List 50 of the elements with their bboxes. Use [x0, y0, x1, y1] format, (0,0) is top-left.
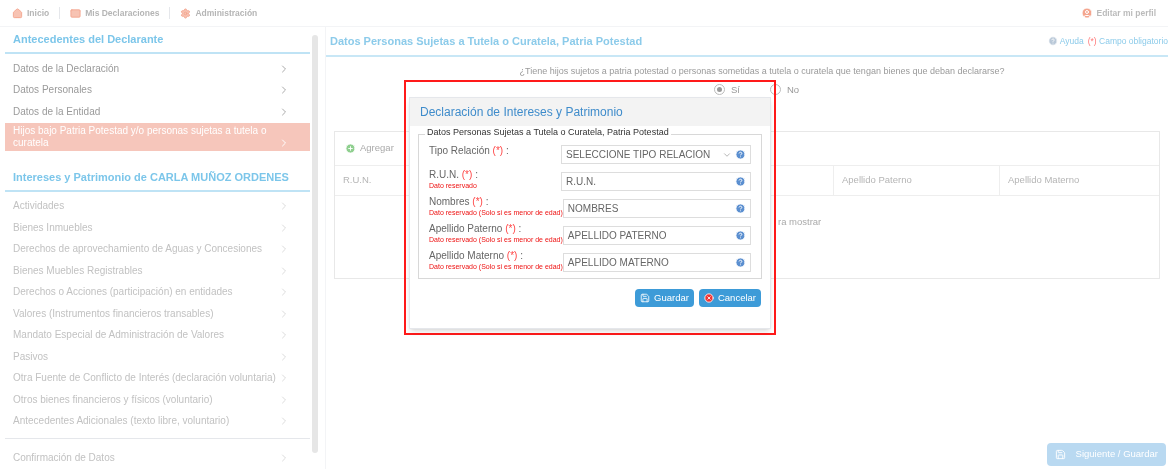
home-icon — [12, 7, 23, 19]
sidebar-section-title: Intereses y Patrimonio de CARLA MUÑOZ ORDENES — [5, 164, 310, 192]
add-button[interactable]: Agregar — [345, 141, 394, 156]
input-field[interactable]: APELLIDO MATERNO — [562, 253, 751, 272]
help-icon[interactable] — [735, 257, 746, 268]
nav-link[interactable]: Administración — [180, 6, 258, 20]
required-note: (*) Campo obligatorio — [1087, 34, 1168, 48]
column-header: Apellido Materno — [999, 165, 1159, 195]
profile-link[interactable]: Editar mi perfil — [1081, 6, 1156, 20]
field-label: Apellido Materno (*) : — [429, 250, 524, 262]
save-icon — [640, 293, 651, 303]
user-icon — [1081, 7, 1094, 19]
plus-icon — [345, 142, 356, 154]
scrollbar[interactable] — [312, 35, 318, 453]
radio-option[interactable]: Sí — [714, 82, 740, 97]
help-icon[interactable] — [735, 149, 746, 160]
sidebar-item[interactable]: Hijos bajo Patria Potestad y/o personas sujetas a tutela o curatela — [5, 122, 310, 151]
save-icon — [1054, 449, 1066, 460]
cancel-button[interactable]: Cancelar — [698, 289, 761, 307]
input-field[interactable]: NOMBRES — [562, 199, 751, 218]
sidebar-item[interactable]: Datos de la Declaración — [5, 58, 310, 80]
field-label: Apellido Paterno (*) : — [429, 223, 523, 235]
question-text: ¿Tiene hijos sujetos a patria potestad o personas sometidas a tutela o curatela que tengan bienes que deban declararse? — [518, 65, 1006, 78]
panel-title: Datos Personas Sujetas a Tutela o Curatela, Patria Potestad — [330, 33, 643, 49]
inbox-icon — [70, 7, 82, 19]
field-label: Nombres (*) : — [429, 196, 490, 208]
save-button[interactable]: Guardar — [635, 289, 694, 307]
sidebar-item[interactable]: Datos Personales — [5, 79, 310, 101]
empty-table-text: ra mostrar — [778, 215, 822, 227]
radio-option[interactable]: No — [770, 82, 800, 97]
help-icon[interactable] — [735, 203, 746, 214]
field-label: Tipo Relación (*) : — [429, 145, 509, 157]
close-icon — [703, 293, 714, 303]
input-field[interactable]: R.U.N. — [561, 172, 751, 191]
help-link[interactable]: Ayuda — [1047, 34, 1084, 48]
column-header: Apellido Paterno — [833, 165, 999, 195]
sidebar-item[interactable]: Datos de la Entidad — [5, 101, 310, 123]
sidebar-section-title: Antecedentes del Declarante — [5, 27, 310, 54]
input-field[interactable]: APELLIDO PATERNO — [562, 226, 751, 245]
column-header: R.U.N. — [343, 174, 372, 186]
gear-icon — [180, 7, 192, 19]
fieldset-legend: Datos Personas Sujetas a Tutela o Curatela, Patria Potestad — [425, 128, 671, 137]
nav-link[interactable]: Mis Declaraciones — [70, 6, 160, 20]
help-icon[interactable] — [735, 230, 746, 241]
dialog-title: Declaración de Intereses y Patrimonio — [410, 98, 770, 126]
relation-select[interactable]: SELECCIONE TIPO RELACION — [561, 145, 751, 164]
nav-link[interactable]: Inicio — [12, 6, 50, 20]
help-icon — [1047, 36, 1058, 46]
help-icon[interactable] — [735, 176, 746, 187]
field-label: R.U.N. (*) : — [429, 169, 478, 181]
